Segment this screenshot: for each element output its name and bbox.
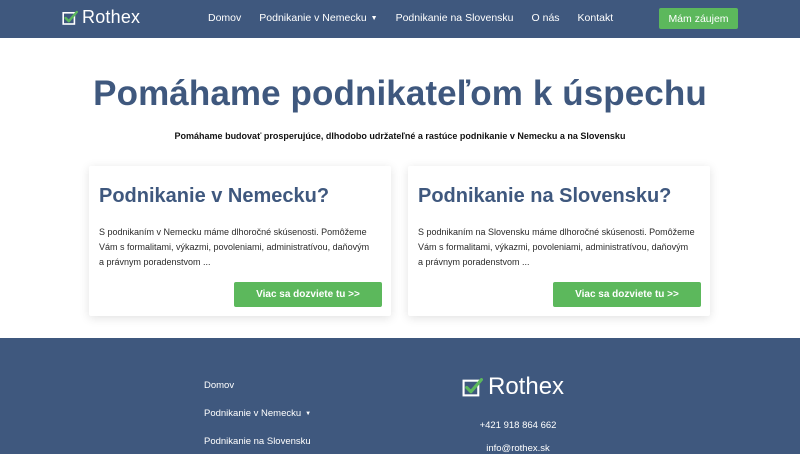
learn-more-slovakia-button[interactable]: Viac sa dozviete tu >>	[553, 282, 701, 307]
nav-label: Domov	[208, 12, 242, 24]
footer-phone[interactable]: +421 918 864 662	[458, 420, 578, 431]
card-slovakia: Podnikanie na Slovensku? S podnikaním na…	[408, 166, 710, 316]
card-description: S podnikaním na Slovensku máme dlhoročné…	[418, 225, 704, 270]
nav-label: Kontakt	[577, 12, 614, 24]
card-text-line: a právnym poradenstvom ...	[99, 257, 211, 267]
nav-item-kontakt[interactable]: Kontakt	[578, 12, 614, 24]
checkbox-check-icon	[62, 10, 78, 25]
footer: Domov Podnikanie v Nemecku ▼ Podnikanie n…	[0, 338, 800, 454]
nav-label: Podnikanie na Slovensku	[395, 12, 514, 24]
card-text-line: S podnikaním na Slovensku máme dlhoročné…	[418, 227, 695, 237]
caret-down-icon: ▼	[370, 15, 378, 22]
main-nav: Domov Podnikanie v Nemecku ▼ Podnikanie n…	[208, 12, 613, 24]
page-title: Pomáhame podnikateľom k úspechu	[93, 74, 707, 113]
card-text-line: S podnikaním v Nemecku máme dlhoročné sk…	[99, 227, 367, 237]
card-title: Podnikanie na Slovensku?	[418, 185, 672, 207]
nav-label: O nás	[531, 12, 560, 24]
page-subtitle: Pomáhame budovať prosperujúce, dlhodobo …	[174, 131, 626, 141]
card-text-line: Vám s formalitami, výkazmi, povoleniami,…	[418, 242, 689, 252]
learn-more-germany-button[interactable]: Viac sa dozviete tu >>	[234, 282, 382, 307]
nav-item-podnikanie-na-slovensku[interactable]: Podnikanie na Slovensku	[396, 12, 514, 24]
footer-logo[interactable]: Rothex	[462, 373, 564, 401]
card-germany: Podnikanie v Nemecku? S podnikaním v Nem…	[89, 166, 391, 316]
caret-down-icon: ▼	[305, 411, 312, 417]
footer-link-podnikanie-v-nemecku[interactable]: Podnikanie v Nemecku ▼	[204, 408, 311, 419]
footer-link-label: Domov	[204, 380, 235, 391]
logo[interactable]: Rothex	[62, 7, 140, 28]
footer-email[interactable]: info@rothex.sk	[458, 443, 578, 454]
footer-link-podnikanie-na-slovensku[interactable]: Podnikanie na Slovensku	[204, 436, 311, 447]
nav-item-o-nas[interactable]: O nás	[532, 12, 560, 24]
brand-name: Rothex	[82, 7, 141, 27]
nav-item-podnikanie-v-nemecku[interactable]: Podnikanie v Nemecku ▼	[259, 12, 377, 24]
checkbox-check-icon	[462, 377, 483, 396]
footer-link-label: Podnikanie v Nemecku	[204, 408, 302, 419]
footer-link-domov[interactable]: Domov	[204, 380, 234, 391]
nav-label: Podnikanie v Nemecku	[259, 12, 367, 24]
footer-brand-name: Rothex	[488, 373, 565, 400]
card-description: S podnikaním v Nemecku máme dlhoročné sk…	[99, 225, 385, 270]
card-text-line: a právnym poradenstvom ...	[418, 257, 530, 267]
card-title: Podnikanie v Nemecku?	[99, 185, 330, 207]
nav-item-domov[interactable]: Domov	[208, 12, 241, 24]
footer-link-label: Podnikanie na Slovensku	[204, 436, 311, 447]
interest-button[interactable]: Mám záujem	[659, 8, 738, 29]
card-text-line: Vám s formalitami, výkazmi, povoleniami,…	[99, 242, 370, 252]
top-navbar: Rothex Domov Podnikanie v Nemecku ▼ Podni…	[0, 0, 800, 38]
